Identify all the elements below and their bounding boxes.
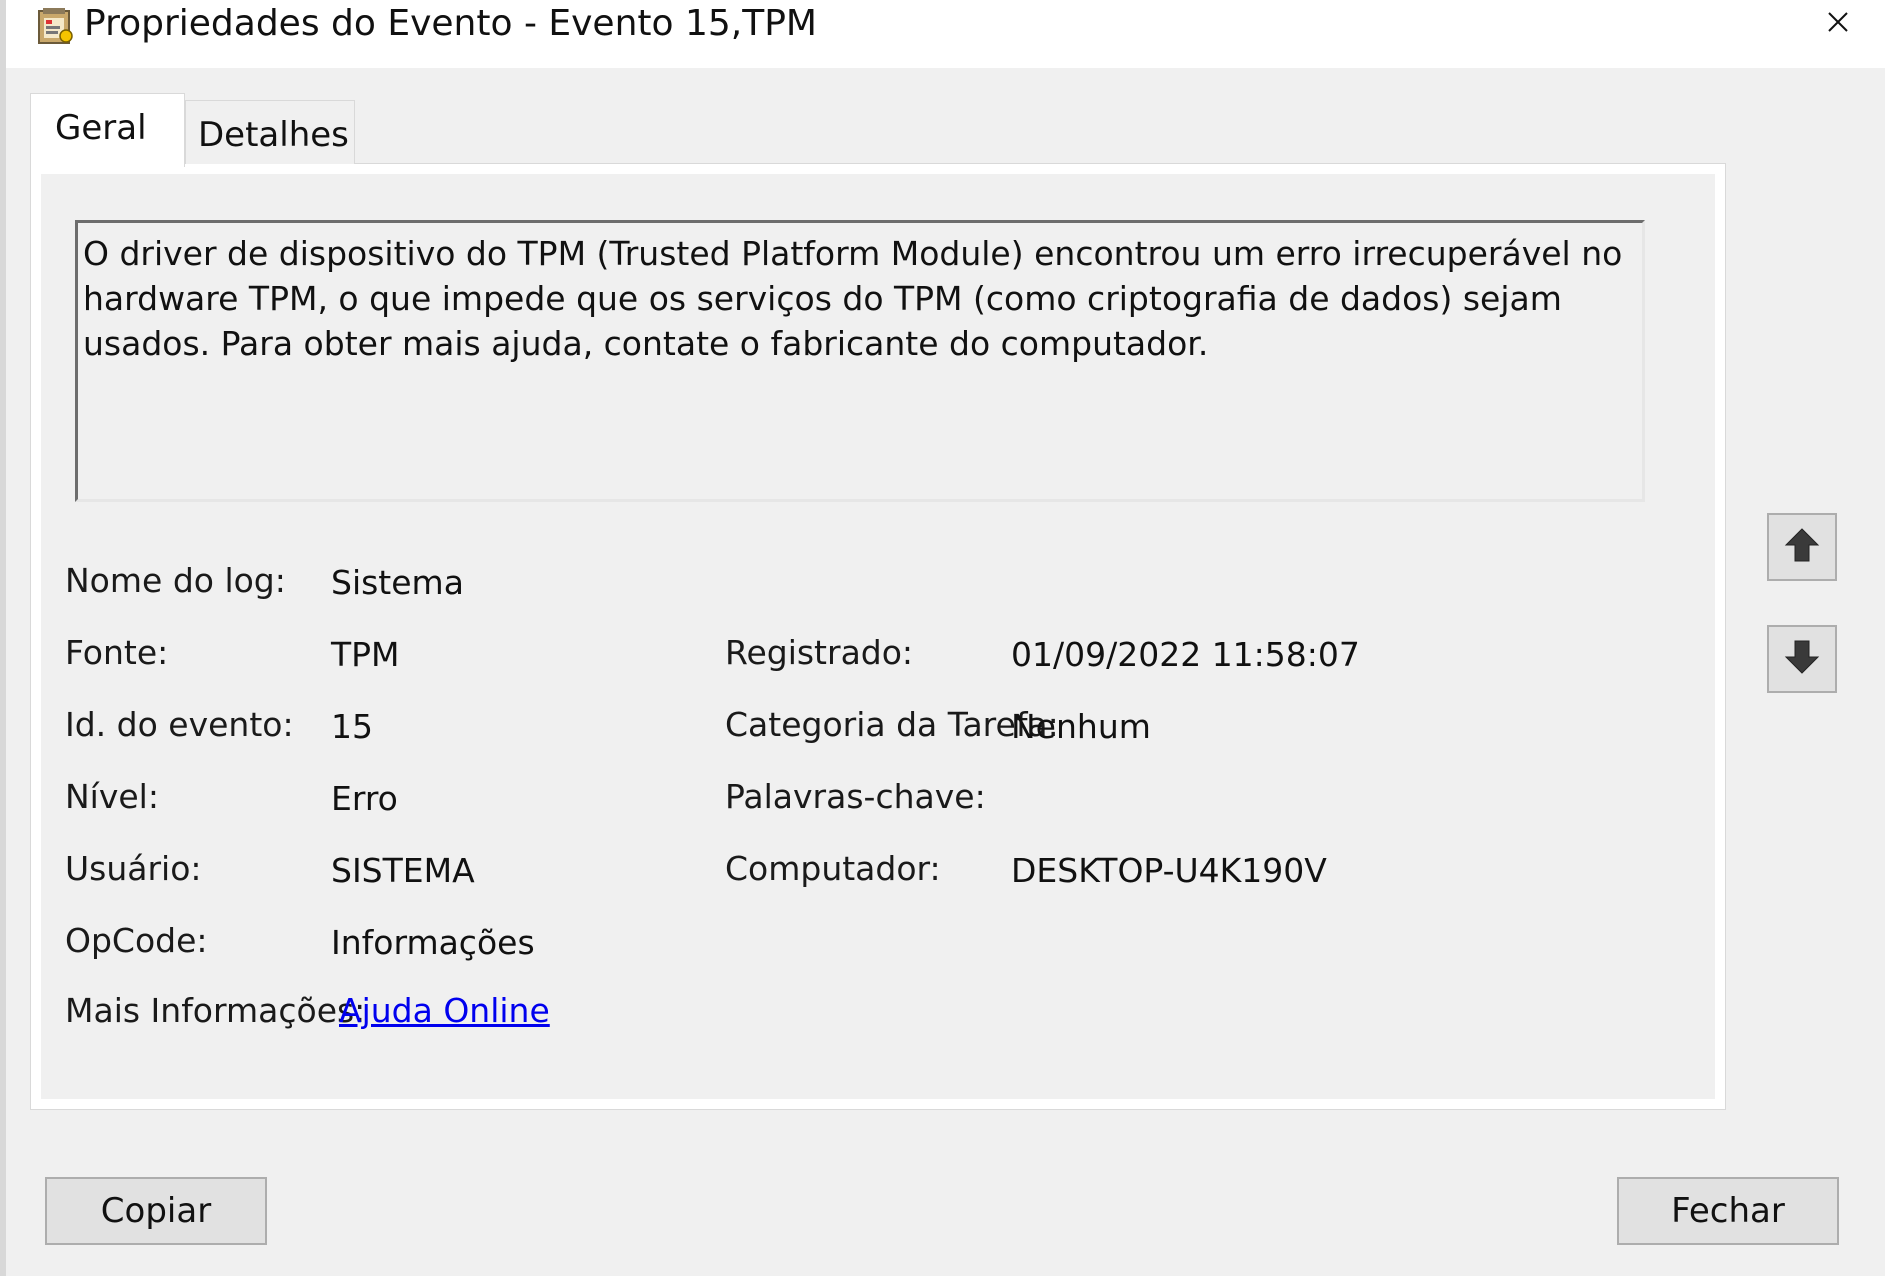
event-description[interactable]: O driver de dispositivo do TPM (Trusted … — [75, 220, 1645, 502]
label-log-name: Nome do log: — [65, 561, 286, 600]
label-user: Usuário: — [65, 849, 202, 888]
value-event-id[interactable]: 15 — [331, 707, 373, 746]
copy-button[interactable]: Copiar — [45, 1177, 267, 1245]
tab-panel-general: O driver de dispositivo do TPM (Trusted … — [30, 163, 1726, 1110]
label-level: Nível: — [65, 777, 159, 816]
event-properties-dialog: Propriedades do Evento - Evento 15,TPM O… — [6, 0, 1885, 1276]
arrow-down-icon — [1782, 637, 1822, 681]
close-dialog-button[interactable]: Fechar — [1617, 1177, 1839, 1245]
label-more-info: Mais Informações: — [65, 991, 366, 1030]
label-computer: Computador: — [725, 849, 941, 888]
tab-general[interactable]: Geral — [30, 93, 185, 167]
value-user[interactable]: SISTEMA — [331, 851, 475, 890]
label-event-id: Id. do evento: — [65, 705, 294, 744]
label-source: Fonte: — [65, 633, 169, 672]
value-source[interactable]: TPM — [331, 635, 400, 674]
close-icon — [1826, 10, 1850, 38]
label-opcode: OpCode: — [65, 921, 208, 960]
tab-panel-body: O driver de dispositivo do TPM (Trusted … — [41, 174, 1715, 1099]
tab-general-label: Geral — [55, 108, 147, 148]
label-logged: Registrado: — [725, 633, 914, 672]
title-bar[interactable]: Propriedades do Evento - Evento 15,TPM — [6, 0, 1885, 68]
value-task-category[interactable]: Nenhum — [1011, 707, 1151, 746]
event-viewer-icon — [36, 6, 76, 46]
arrow-up-icon — [1782, 525, 1822, 569]
close-button[interactable] — [1804, 0, 1872, 48]
value-computer[interactable]: DESKTOP-U4K190V — [1011, 851, 1327, 890]
label-keywords: Palavras-chave: — [725, 777, 986, 816]
window-title: Propriedades do Evento - Evento 15,TPM — [84, 3, 817, 44]
online-help-link[interactable]: Ajuda Online — [339, 991, 550, 1030]
previous-event-button[interactable] — [1767, 513, 1837, 581]
value-level[interactable]: Erro — [331, 779, 398, 818]
next-event-button[interactable] — [1767, 625, 1837, 693]
tab-details-label: Detalhes — [198, 115, 349, 155]
value-log-name[interactable]: Sistema — [331, 563, 464, 602]
label-task-category: Categoria da Tarefa: — [725, 705, 1059, 744]
tab-details[interactable]: Detalhes — [185, 100, 355, 164]
value-opcode[interactable]: Informações — [331, 923, 535, 962]
value-logged[interactable]: 01/09/2022 11:58:07 — [1011, 635, 1360, 674]
